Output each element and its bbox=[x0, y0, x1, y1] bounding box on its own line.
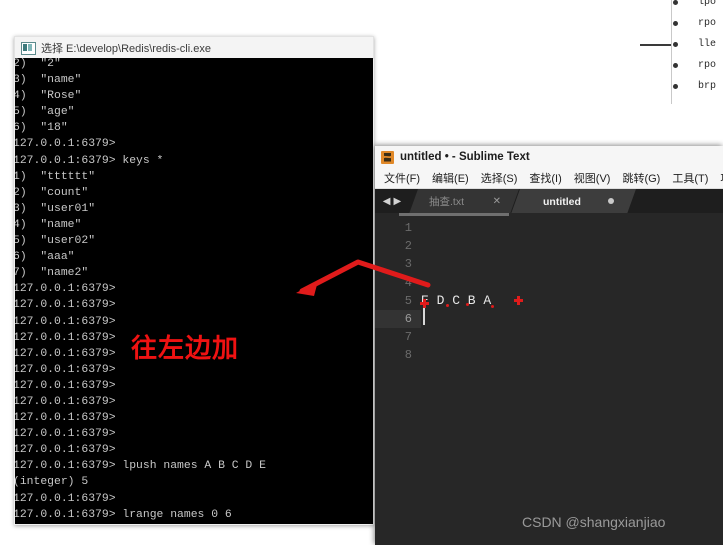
menu-item-文件f[interactable]: 文件(F) bbox=[378, 170, 426, 186]
menu-item-工具t[interactable]: 工具(T) bbox=[666, 170, 714, 186]
menu-item-编辑e[interactable]: 编辑(E) bbox=[426, 170, 475, 186]
terminal-line: 127.0.0.1:6379> bbox=[15, 379, 116, 392]
terminal-line: 1) "tttttt" bbox=[15, 170, 96, 183]
bullet-icon bbox=[673, 63, 678, 68]
code-content[interactable]: E D C B A bbox=[421, 219, 723, 365]
tab-label: 抽查.txt bbox=[429, 196, 465, 208]
annotation-dot-2 bbox=[466, 303, 469, 306]
sublime-title: untitled • - Sublime Text bbox=[400, 151, 530, 163]
sublime-titlebar[interactable]: untitled • - Sublime Text bbox=[375, 146, 723, 168]
text-caret bbox=[423, 308, 425, 325]
line-number: 8 bbox=[404, 348, 412, 363]
annotation-dot-3 bbox=[491, 305, 494, 308]
terminal-line: 127.0.0.1:6379> keys * bbox=[15, 154, 164, 167]
window-minimize-control[interactable] bbox=[640, 36, 672, 46]
list-item[interactable]: rpo bbox=[672, 55, 723, 76]
terminal-line: 4) "name" bbox=[15, 218, 82, 231]
list-item-label: rpo bbox=[698, 18, 717, 29]
code-line[interactable] bbox=[421, 346, 723, 364]
bullet-icon bbox=[673, 0, 678, 5]
menu-item-项目p[interactable]: 项目(P) bbox=[714, 170, 723, 186]
list-item-label: brp bbox=[698, 81, 717, 92]
list-item-label: rpo bbox=[698, 60, 717, 71]
tab-nav-arrows[interactable]: ◀ ▶ bbox=[375, 189, 409, 214]
tab-file-0[interactable]: 抽查.txt ✕ bbox=[409, 189, 519, 214]
menu-item-查找i[interactable]: 查找(I) bbox=[523, 170, 567, 186]
terminal-line: 127.0.0.1:6379> bbox=[15, 444, 116, 457]
terminal-line: 127.0.0.1:6379> lpush names A B C D E bbox=[15, 460, 266, 473]
close-icon[interactable]: ✕ bbox=[493, 196, 501, 207]
terminal-line: (integer) 5 bbox=[15, 476, 89, 489]
terminal-line: 127.0.0.1:6379> bbox=[15, 412, 116, 425]
sublime-logo-icon bbox=[381, 150, 394, 164]
terminal-line: 127.0.0.1:6379> bbox=[15, 138, 116, 151]
list-item[interactable]: lpo bbox=[672, 0, 723, 13]
unsaved-dot-icon bbox=[608, 198, 614, 204]
terminal-line: 3) "user01" bbox=[15, 202, 96, 215]
cmd-title: 选择 E:\develop\Redis\redis-cli.exe bbox=[41, 43, 211, 55]
list-item-label: lpo bbox=[698, 0, 717, 8]
terminal-line: 127.0.0.1:6379> bbox=[15, 492, 116, 505]
terminal-line: 5) "age" bbox=[15, 106, 75, 119]
menu-item-跳转g[interactable]: 跳转(G) bbox=[616, 170, 666, 186]
sublime-text-window[interactable]: untitled • - Sublime Text 文件(F) 编辑(E) 选择(S… bbox=[375, 146, 723, 545]
tab-prev-icon[interactable]: ◀ bbox=[383, 196, 391, 207]
code-line[interactable] bbox=[421, 255, 723, 273]
list-item[interactable]: brp bbox=[672, 76, 723, 97]
terminal-line: 1) "E" bbox=[15, 523, 373, 524]
line-number: 1 bbox=[404, 221, 412, 235]
code-line[interactable] bbox=[421, 237, 723, 255]
menu-item-选择s[interactable]: 选择(S) bbox=[475, 170, 524, 186]
line-number: 6 bbox=[375, 309, 421, 329]
tab-next-icon[interactable]: ▶ bbox=[394, 196, 402, 207]
tab-file-1[interactable]: untitled bbox=[511, 189, 636, 214]
screenshot-root: 列表(List)操作命令 lpo rpo lle rpo brp 选择 E:\d… bbox=[0, 0, 723, 545]
annotation-plus-2-v bbox=[517, 296, 520, 305]
terminal-line: 127.0.0.1:6379> bbox=[15, 428, 116, 441]
code-line[interactable] bbox=[421, 274, 723, 292]
terminal-line: 127.0.0.1:6379> bbox=[15, 395, 116, 408]
list-item[interactable]: rpo bbox=[672, 13, 723, 34]
bullet-icon bbox=[673, 21, 678, 26]
sublime-tabbar[interactable]: ◀ ▶ 抽查.txt ✕ untitled bbox=[375, 189, 723, 214]
terminal-line: 2) "count" bbox=[15, 186, 89, 199]
terminal-line: 2) "2" bbox=[15, 58, 61, 70]
code-line[interactable] bbox=[421, 310, 723, 328]
page-background-band bbox=[0, 0, 672, 38]
tab-label: untitled bbox=[543, 195, 581, 208]
sublime-menubar[interactable]: 文件(F)编辑(E)选择(S)查找(I)视图(V)跳转(G)工具(T)项目(P)… bbox=[375, 168, 723, 189]
line-number: 7 bbox=[404, 330, 412, 345]
console-icon bbox=[21, 41, 36, 55]
annotation-text-left: 往左边加 bbox=[131, 333, 240, 363]
list-item-label: lle bbox=[698, 39, 717, 50]
cmd-titlebar[interactable]: 选择 E:\develop\Redis\redis-cli.exe bbox=[14, 36, 374, 59]
terminal-line: 6) "18" bbox=[15, 122, 68, 135]
annotation-dot-1 bbox=[446, 304, 449, 307]
bullet-icon bbox=[673, 42, 678, 47]
code-line[interactable]: E D C B A bbox=[421, 292, 723, 310]
terminal-line: 4) "Rose" bbox=[15, 90, 82, 103]
horizontal-scrollbar[interactable] bbox=[399, 213, 509, 216]
terminal-line: 127.0.0.1:6379> lrange names 0 6 bbox=[15, 508, 232, 521]
terminal-line: 3) "name" bbox=[15, 74, 82, 87]
list-item[interactable]: lle bbox=[672, 34, 723, 55]
code-line[interactable] bbox=[421, 328, 723, 346]
menu-item-视图v[interactable]: 视图(V) bbox=[568, 170, 617, 186]
annotation-arrow bbox=[296, 259, 431, 296]
code-line[interactable] bbox=[421, 219, 723, 237]
watermark: CSDN @shangxianjiao bbox=[522, 514, 666, 530]
command-list-popup: lpo rpo lle rpo brp bbox=[671, 0, 723, 104]
bullet-icon bbox=[673, 84, 678, 89]
